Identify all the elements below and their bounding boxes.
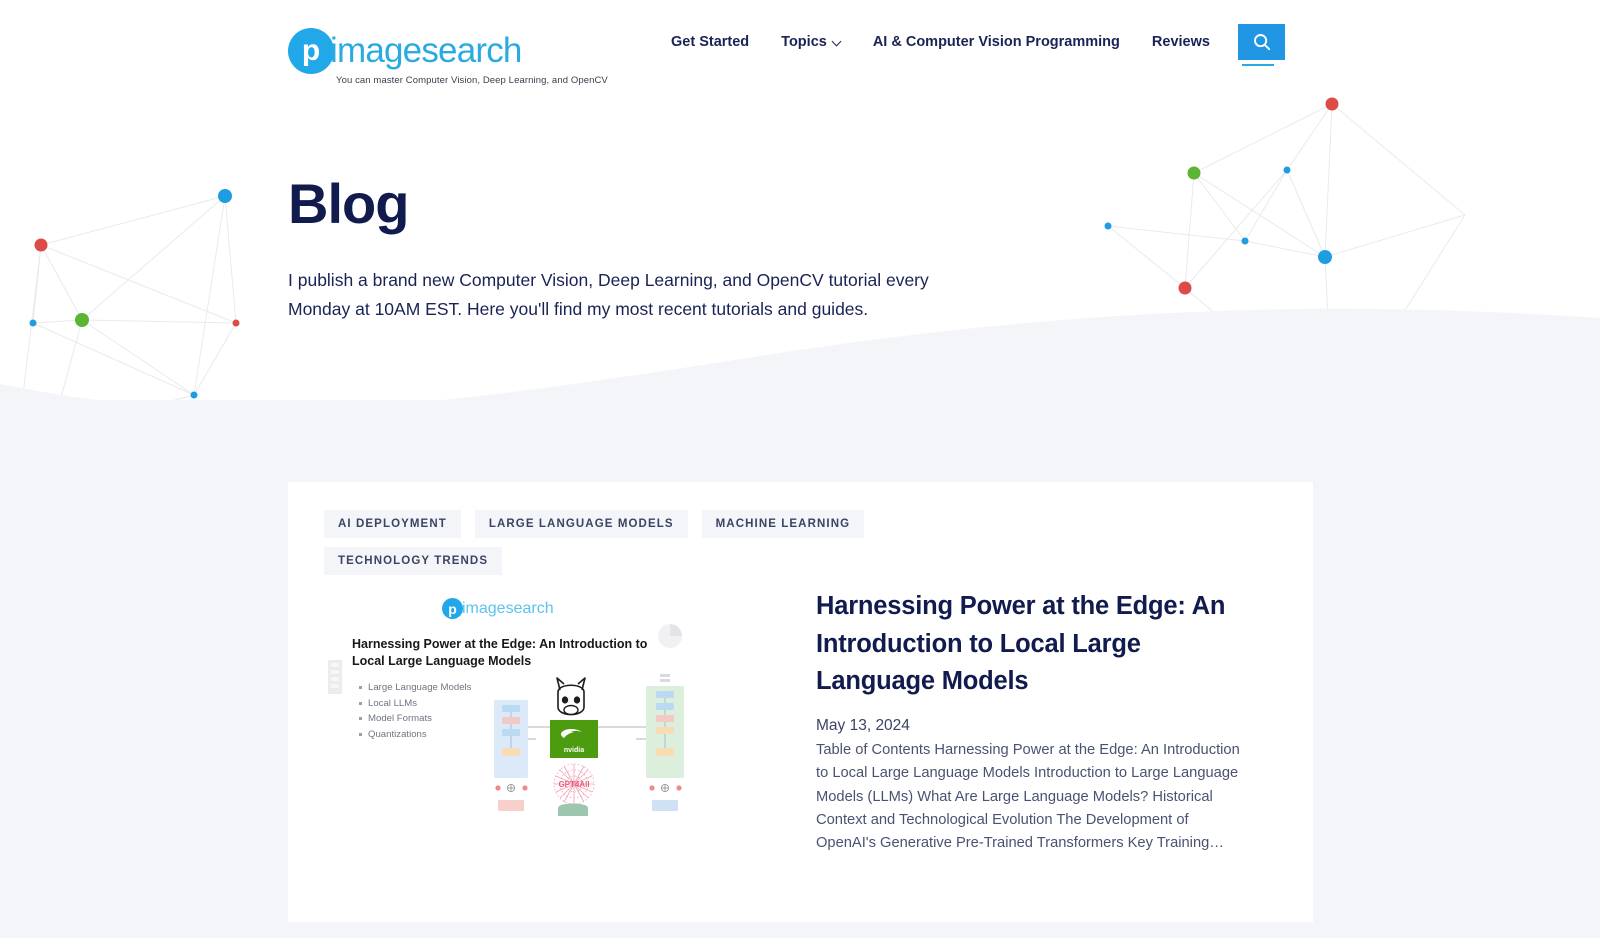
nav-item-label: AI & Computer Vision Programming <box>872 34 1120 50</box>
thumbnail-bullet: Model Formats <box>358 711 471 727</box>
thumbnail-logo: p imagesearch <box>442 598 554 619</box>
nav-item-reviews[interactable]: Reviews <box>1136 30 1226 54</box>
thumbnail-logo-wordmark: imagesearch <box>462 599 554 617</box>
post-date: May 13, 2024 <box>816 717 910 735</box>
nvidia-label: nvidia <box>564 747 584 754</box>
site-header: p imagesearch You can master Computer Vi… <box>0 0 1600 100</box>
logo-wordmark: imagesearch <box>330 31 522 70</box>
thumbnail-logo-mark-icon: p <box>442 598 463 619</box>
main-nav: Get Started Topics AI & Computer Vision … <box>655 30 1290 66</box>
nav-item-topics[interactable]: Topics <box>765 30 857 54</box>
nav-item-get-started[interactable]: Get Started <box>655 30 765 54</box>
logo-tagline: You can master Computer Vision, Deep Lea… <box>336 75 608 86</box>
thumbnail-architecture-diagram: nvidia GPT4All <box>494 674 684 816</box>
thumbnail-bullet-list: Large Language Models Local LLMs Model F… <box>358 680 471 742</box>
post-tag-list: AI DEPLOYMENT LARGE LANGUAGE MODELS MACH… <box>324 510 1024 575</box>
post-tag[interactable]: TECHNOLOGY TRENDS <box>324 547 503 575</box>
post-tag[interactable]: MACHINE LEARNING <box>701 510 865 538</box>
thumbnail-sidebar-decor <box>328 660 342 694</box>
pie-chart-decor-icon <box>658 624 682 648</box>
post-title-link[interactable]: Harnessing Power at the Edge: An Introdu… <box>816 588 1246 701</box>
gpt4all-label: GPT4All <box>558 780 589 789</box>
post-card: AI DEPLOYMENT LARGE LANGUAGE MODELS MACH… <box>288 482 1313 922</box>
search-button[interactable] <box>1238 24 1285 60</box>
thumbnail-bullet: Quantizations <box>358 727 471 743</box>
post-tag[interactable]: LARGE LANGUAGE MODELS <box>474 510 688 538</box>
thumbnail-title: Harnessing Power at the Edge: An Introdu… <box>352 637 648 668</box>
nav-item-label: Reviews <box>1151 34 1210 50</box>
thumbnail-bullet: Large Language Models <box>358 680 471 696</box>
logo-mark-icon: p <box>288 28 334 74</box>
page-root: p imagesearch You can master Computer Vi… <box>0 0 1600 938</box>
post-body: p imagesearch Harnessing Power at the Ed… <box>324 580 1246 855</box>
nav-active-underline <box>1241 63 1275 66</box>
hero-content: Blog I publish a brand new Computer Visi… <box>288 172 968 324</box>
page-title: Blog <box>288 172 409 235</box>
post-text-block: Harnessing Power at the Edge: An Introdu… <box>816 580 1246 855</box>
post-thumbnail[interactable]: p imagesearch Harnessing Power at the Ed… <box>324 580 712 816</box>
thumbnail-bullet: Local LLMs <box>358 696 471 712</box>
hero-subtitle: I publish a brand new Computer Vision, D… <box>288 269 929 319</box>
post-tag[interactable]: AI DEPLOYMENT <box>324 510 461 538</box>
nav-item-label: Topics <box>781 34 827 50</box>
logo-row: p imagesearch <box>288 28 522 74</box>
nav-item-ai-cv-programming[interactable]: AI & Computer Vision Programming <box>857 30 1136 54</box>
search-icon <box>1253 34 1270 51</box>
site-logo[interactable]: p imagesearch You can master Computer Vi… <box>288 28 608 86</box>
post-excerpt: Table of Contents Harnessing Power at th… <box>816 742 1240 852</box>
nav-item-label: Get Started <box>671 34 750 50</box>
chevron-down-icon <box>833 38 841 46</box>
